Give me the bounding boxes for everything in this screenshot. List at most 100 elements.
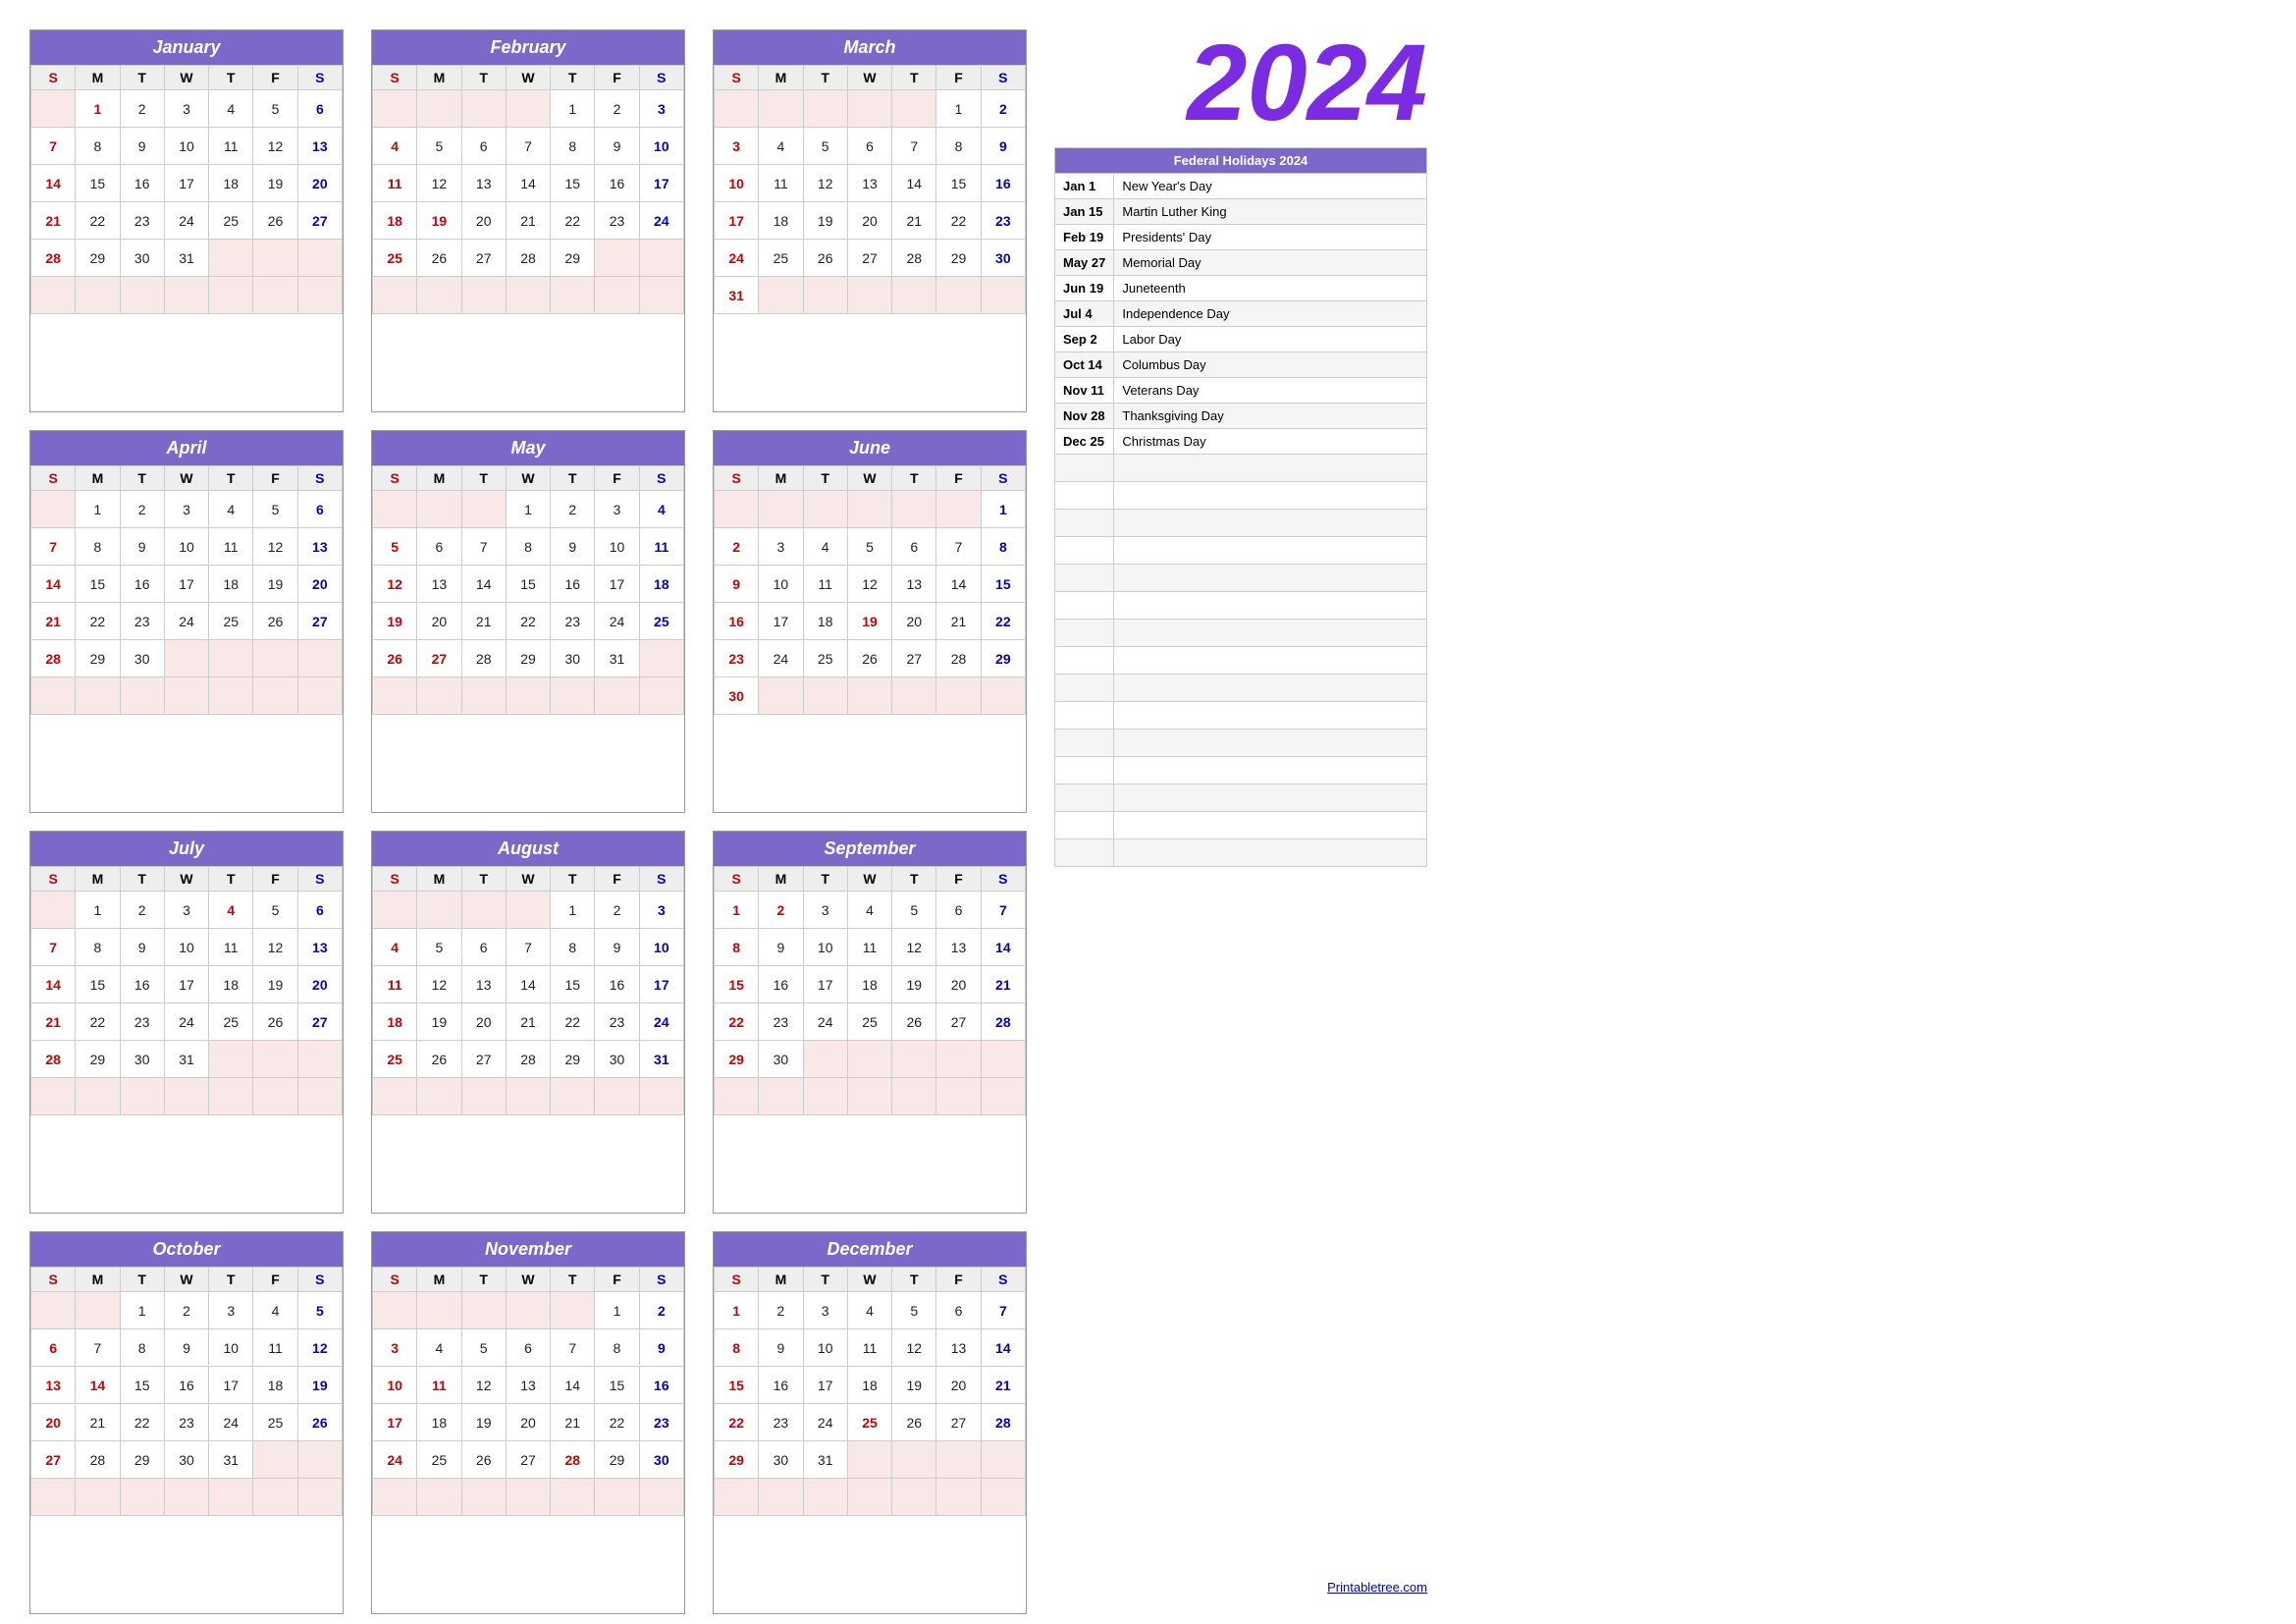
day-header-F: F [595, 867, 639, 892]
cal-day: 18 [209, 165, 253, 202]
cal-day [31, 892, 76, 929]
cal-day [253, 1078, 297, 1115]
cal-day: 26 [253, 1003, 297, 1041]
cal-day: 27 [417, 640, 461, 677]
day-header-T: T [120, 66, 164, 90]
cal-day: 13 [297, 528, 342, 566]
cal-day: 4 [373, 929, 417, 966]
cal-day: 22 [76, 202, 120, 240]
cal-day [506, 677, 550, 715]
day-header-S: S [373, 466, 417, 491]
cal-day: 4 [639, 491, 683, 528]
cal-day: 14 [31, 566, 76, 603]
cal-day [715, 1479, 759, 1516]
cal-day: 10 [803, 929, 847, 966]
cal-day: 3 [209, 1292, 253, 1329]
cal-day: 10 [715, 165, 759, 202]
holiday-row: Jan 1New Year's Day [1055, 174, 1427, 199]
cal-day [639, 240, 683, 277]
cal-day: 3 [759, 528, 803, 566]
cal-day: 30 [715, 677, 759, 715]
cal-day: 10 [759, 566, 803, 603]
cal-day: 19 [892, 1367, 936, 1404]
cal-day: 21 [981, 966, 1025, 1003]
cal-day: 27 [297, 202, 342, 240]
holiday-date: Jan 1 [1055, 174, 1114, 199]
month-header-november: November [372, 1232, 684, 1267]
cal-day: 7 [936, 528, 981, 566]
cal-table-february: SMTWTFS123456789101112131415161718192021… [372, 65, 684, 314]
cal-day: 5 [461, 1329, 506, 1367]
cal-day [253, 240, 297, 277]
holiday-empty-row [1055, 510, 1427, 537]
day-header-T: T [551, 1268, 595, 1292]
cal-day [297, 1041, 342, 1078]
cal-day [803, 90, 847, 128]
cal-day: 30 [595, 1041, 639, 1078]
cal-day [31, 1479, 76, 1516]
cal-day: 16 [551, 566, 595, 603]
cal-day: 26 [253, 202, 297, 240]
cal-day: 28 [892, 240, 936, 277]
cal-day [417, 1292, 461, 1329]
cal-day: 14 [936, 566, 981, 603]
cal-day: 19 [253, 966, 297, 1003]
cal-table-may: SMTWTFS123456789101112131415161718192021… [372, 465, 684, 715]
cal-day: 19 [461, 1404, 506, 1441]
cal-day: 12 [461, 1367, 506, 1404]
cal-table-december: SMTWTFS123456789101112131415161718192021… [714, 1267, 1026, 1516]
cal-day: 15 [506, 566, 550, 603]
cal-day: 29 [506, 640, 550, 677]
month-header-february: February [372, 30, 684, 65]
holiday-empty-row [1055, 482, 1427, 510]
cal-day [936, 1479, 981, 1516]
cal-day [847, 491, 891, 528]
cal-day: 4 [253, 1292, 297, 1329]
cal-day: 3 [639, 892, 683, 929]
day-header-S: S [297, 1268, 342, 1292]
cal-day: 13 [31, 1367, 76, 1404]
cal-day: 17 [803, 966, 847, 1003]
cal-day: 23 [595, 202, 639, 240]
cal-day: 4 [759, 128, 803, 165]
day-header-S: S [981, 867, 1025, 892]
day-header-T: T [551, 66, 595, 90]
printabletree-link[interactable]: Printabletree.com [1054, 1570, 1427, 1595]
cal-day: 11 [803, 566, 847, 603]
cal-day: 11 [209, 528, 253, 566]
cal-day: 21 [506, 1003, 550, 1041]
day-header-M: M [76, 867, 120, 892]
month-header-october: October [30, 1232, 343, 1267]
cal-day [209, 277, 253, 314]
cal-day: 8 [715, 1329, 759, 1367]
cal-day: 2 [639, 1292, 683, 1329]
cal-day [297, 277, 342, 314]
day-header-W: W [847, 1268, 891, 1292]
cal-day [417, 1479, 461, 1516]
cal-day: 16 [164, 1367, 208, 1404]
cal-day: 9 [595, 128, 639, 165]
day-header-S: S [639, 867, 683, 892]
cal-day: 30 [759, 1041, 803, 1078]
cal-day: 3 [164, 491, 208, 528]
cal-day [461, 1479, 506, 1516]
cal-day: 7 [892, 128, 936, 165]
holiday-row: Sep 2Labor Day [1055, 327, 1427, 352]
cal-day [981, 677, 1025, 715]
holiday-row: May 27Memorial Day [1055, 250, 1427, 276]
cal-day: 22 [506, 603, 550, 640]
cal-day [461, 892, 506, 929]
cal-day: 21 [506, 202, 550, 240]
cal-day: 11 [759, 165, 803, 202]
cal-day: 10 [639, 128, 683, 165]
cal-day: 14 [981, 929, 1025, 966]
cal-day [461, 90, 506, 128]
cal-day: 21 [461, 603, 506, 640]
cal-day: 3 [595, 491, 639, 528]
cal-day: 16 [759, 1367, 803, 1404]
cal-day [639, 640, 683, 677]
cal-day: 18 [639, 566, 683, 603]
cal-day: 19 [253, 165, 297, 202]
holidays-header: Federal Holidays 2024 [1055, 148, 1427, 174]
cal-day: 1 [551, 90, 595, 128]
